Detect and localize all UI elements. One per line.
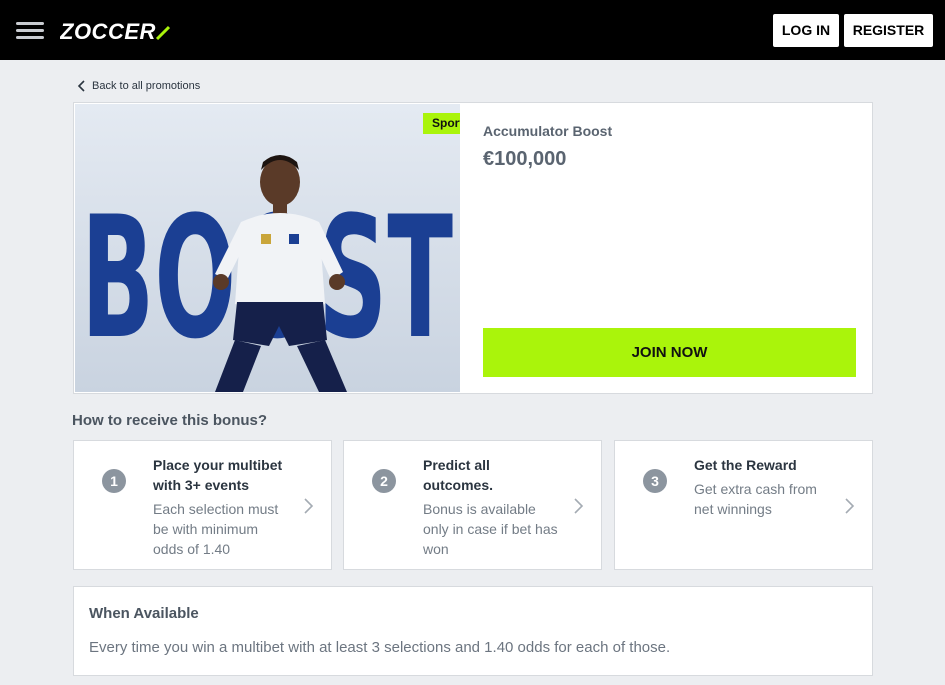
when-available-text: Every time you win a multibet with at le… <box>89 639 671 656</box>
menu-icon[interactable] <box>16 18 44 42</box>
step-title: Predict all outcomes. <box>423 457 494 493</box>
step-number-badge: 2 <box>372 469 396 493</box>
promotion-image: BOOST Sport <box>75 104 460 392</box>
step-title: Get the Reward <box>694 457 797 473</box>
how-to-receive-title: How to receive this bonus? <box>72 412 268 429</box>
step-card-3[interactable]: 3 Get the Reward Get extra cash from net… <box>614 440 873 570</box>
step-card-1[interactable]: 1 Place your multibet with 3+ events Eac… <box>73 440 332 570</box>
join-now-button[interactable]: JOIN NOW <box>483 328 856 377</box>
top-bar: ZOCCER LOG IN REGISTER <box>0 0 945 60</box>
step-title: Place your multibet with 3+ events <box>153 457 283 493</box>
login-button[interactable]: LOG IN <box>773 14 839 47</box>
when-available-title: When Available <box>89 605 199 622</box>
boost-artwork: BOOST <box>75 104 460 392</box>
step-number-badge: 3 <box>643 469 667 493</box>
step-number-badge: 1 <box>102 469 126 493</box>
zoccer-logo[interactable]: ZOCCER <box>60 19 170 43</box>
step-description: Bonus is available only in case if bet h… <box>423 501 558 557</box>
back-to-promotions-link[interactable]: Back to all promotions <box>77 78 200 94</box>
when-available-card: When Available Every time you win a mult… <box>73 586 873 676</box>
chevron-right-icon <box>304 498 314 514</box>
step-description: Get extra cash from net winnings <box>694 481 817 517</box>
promotion-name: Accumulator Boost <box>483 123 613 139</box>
svg-text:ZOCCER: ZOCCER <box>60 19 156 43</box>
promotion-amount: €100,000 <box>483 148 567 170</box>
step-card-2[interactable]: 2 Predict all outcomes. Bonus is availab… <box>343 440 602 570</box>
chevron-right-icon <box>845 498 855 514</box>
back-link-label: Back to all promotions <box>92 80 201 92</box>
register-button[interactable]: REGISTER <box>844 14 933 47</box>
chevron-right-icon <box>574 498 584 514</box>
step-description: Each selection must be with minimum odds… <box>153 501 279 557</box>
sport-badge: Sport <box>423 113 460 134</box>
promotion-card: BOOST Sport Accumulator Boost €100,000 J… <box>73 102 873 394</box>
chevron-left-icon <box>77 80 85 92</box>
